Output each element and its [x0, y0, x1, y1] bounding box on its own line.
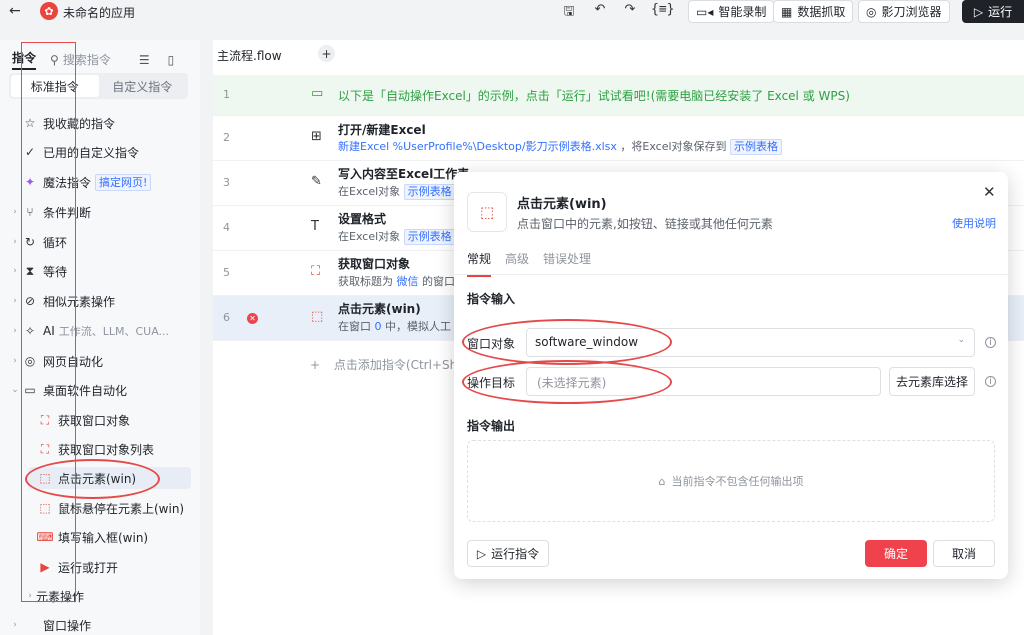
chevron-right-icon: › — [13, 237, 17, 247]
browser-button[interactable]: ◎ 影刀浏览器 — [858, 0, 950, 23]
tab-advanced[interactable]: 高级 — [505, 250, 529, 277]
magic-badge: 搞定网页! — [95, 173, 152, 191]
app-logo-icon: ✿ — [40, 2, 58, 20]
flow-row-2[interactable]: 2 ⊞ 打开/新建Excel 新建Excel %UserProfile%\Des… — [213, 116, 1024, 161]
sidebar-item-window-ops[interactable]: › 窗口操作 — [0, 614, 200, 635]
chevron-down-icon: ⌄ — [957, 335, 965, 345]
annotation-circle — [462, 319, 672, 365]
chevron-right-icon: › — [13, 266, 17, 276]
excel-write-icon: ✎ — [311, 174, 322, 189]
chevron-right-icon: › — [13, 326, 17, 336]
browser-icon: ◎ — [866, 4, 877, 19]
add-tab-icon[interactable]: + — [318, 45, 335, 62]
run-button[interactable]: ▷ 运行 — [962, 0, 1024, 23]
window-icon: ⛶ — [311, 264, 321, 279]
video-icon: ▭◂ — [696, 4, 714, 19]
tab-error-handling[interactable]: 错误处理 — [543, 250, 591, 277]
app-title: 未命名的应用 — [63, 6, 136, 20]
redo-icon[interactable]: ↷ — [620, 2, 640, 17]
divider — [454, 274, 1008, 275]
play-icon: ▷ — [476, 546, 487, 561]
chevron-right-icon: › — [13, 207, 17, 217]
error-icon: ✕ — [247, 313, 258, 324]
help-link[interactable]: 使用说明 — [952, 215, 996, 231]
annotation-circle — [25, 459, 160, 499]
info-icon[interactable]: i — [985, 337, 996, 348]
variables-icon[interactable]: {≡} — [651, 2, 674, 17]
add-command[interactable]: + 点击添加指令(Ctrl+Shift — [310, 356, 469, 373]
tab-custom[interactable]: 自定义指令 — [99, 75, 187, 97]
inbox-icon: ⌂ — [658, 474, 666, 488]
data-scrape-button[interactable]: ▦ 数据抓取 — [773, 0, 854, 23]
input-section-title: 指令输入 — [467, 292, 516, 306]
smart-record-button[interactable]: ▭◂ 智能录制 — [688, 0, 775, 23]
comment-text: 以下是「自动操作Excel」的示例，点击「运行」试试看吧!(需要电脑已经安装了 … — [338, 89, 850, 103]
close-icon[interactable]: ✕ — [983, 183, 996, 201]
dialog-title: 点击元素(win) — [517, 197, 607, 212]
run-command-button[interactable]: ▷ 运行指令 — [467, 540, 549, 567]
file-tab[interactable]: 主流程.flow — [213, 40, 309, 68]
chevron-down-icon: ⌄ — [11, 385, 19, 395]
panel-toggle-icon[interactable]: ▯ — [168, 53, 175, 67]
plus-icon: + — [310, 358, 321, 372]
output-section-title: 指令输出 — [467, 419, 516, 433]
collapse-list-icon[interactable]: ☰ — [139, 53, 150, 67]
dialog-description: 点击窗口中的元素,如按钮、链接或其他任何元素 — [517, 217, 773, 231]
save-icon[interactable]: 🖫 — [559, 2, 579, 24]
dialog-tabs: 常规 高级 错误处理 — [467, 250, 591, 277]
click-element-icon: ⬚ — [467, 192, 507, 232]
element-library-button[interactable]: 去元素库选择 — [889, 367, 975, 396]
annotation-circle — [462, 360, 672, 404]
tab-general[interactable]: 常规 — [467, 250, 492, 277]
info-icon[interactable]: i — [985, 376, 996, 387]
comment-icon: ▭ — [311, 86, 324, 101]
cancel-button[interactable]: 取消 — [933, 540, 995, 567]
chevron-right-icon: › — [13, 620, 17, 630]
confirm-button[interactable]: 确定 — [865, 540, 927, 567]
top-bar: ← ✿ 未命名的应用 🖫 ↶ ↷ {≡} ▭◂ 智能录制 ▦ 数据抓取 ◎ 影刀… — [0, 0, 1024, 24]
back-arrow-icon[interactable]: ← — [9, 3, 21, 19]
table-icon: ▦ — [781, 4, 793, 19]
output-empty-box: ⌂ 当前指令不包含任何输出项 — [467, 440, 995, 522]
chevron-right-icon: › — [13, 356, 17, 366]
excel-open-icon: ⊞ — [311, 129, 322, 144]
play-icon: ▷ — [973, 4, 984, 19]
format-icon: T — [311, 219, 319, 234]
chevron-right-icon: › — [13, 296, 17, 306]
annotation-rectangle — [21, 42, 76, 602]
click-icon: ⬚ — [311, 309, 324, 324]
undo-icon[interactable]: ↶ — [590, 2, 610, 17]
flow-row-1[interactable]: 1 ▭ 以下是「自动操作Excel」的示例，点击「运行」试试看吧!(需要电脑已经… — [213, 75, 1024, 116]
